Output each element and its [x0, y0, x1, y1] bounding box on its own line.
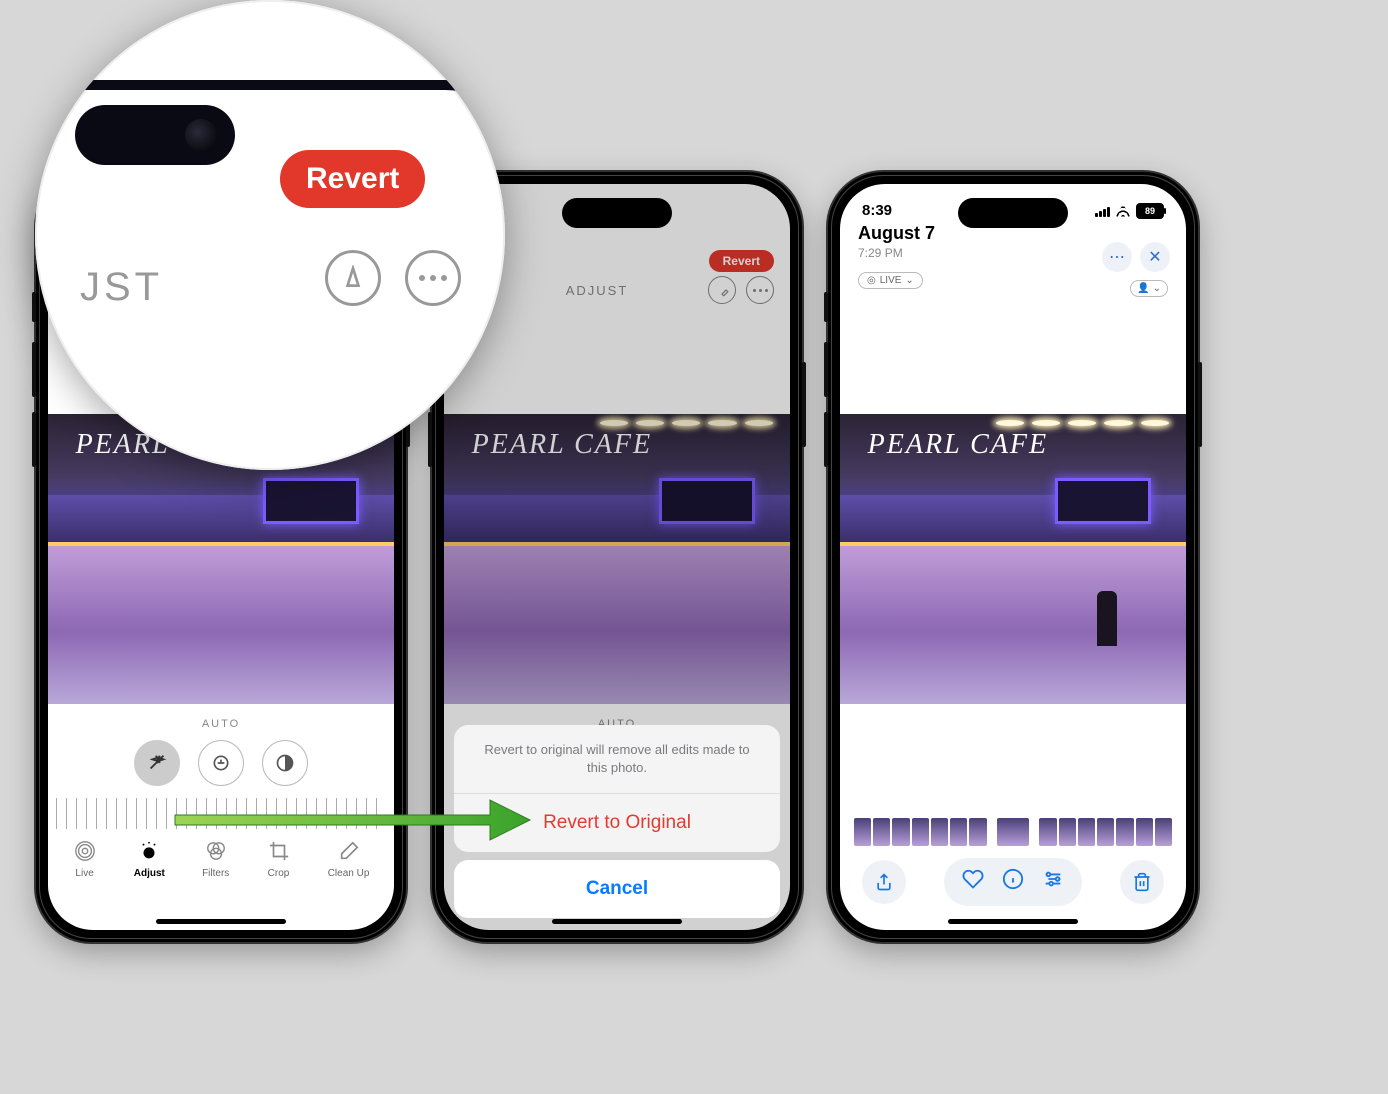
more-menu-button[interactable]: ⋯ [1102, 242, 1132, 272]
dynamic-island-zoom [75, 105, 235, 165]
share-button[interactable] [862, 860, 906, 904]
revert-button-zoom[interactable]: Revert [280, 150, 425, 208]
exposure-button[interactable] [198, 740, 244, 786]
close-button[interactable]: ✕ [1140, 242, 1170, 272]
live-icon [73, 839, 97, 863]
person-silhouette [1097, 591, 1117, 646]
thumbnail-strip[interactable] [840, 808, 1186, 858]
section-label-zoom: JST [80, 265, 163, 310]
wifi-icon [1115, 205, 1131, 217]
info-button[interactable] [1002, 868, 1024, 896]
more-icon-zoom[interactable] [405, 250, 461, 306]
auto-label: AUTO [48, 704, 394, 740]
adjust-icon [137, 839, 161, 863]
dynamic-island [958, 198, 1068, 228]
home-indicator[interactable] [156, 919, 286, 924]
live-badge[interactable]: ◎ LIVE ⌄ [858, 272, 923, 289]
tab-adjust[interactable]: Adjust [134, 839, 165, 879]
cellular-icon [1095, 205, 1110, 217]
instruction-arrow [170, 790, 540, 855]
sheet-cancel-button[interactable]: Cancel [454, 860, 780, 918]
favorite-button[interactable] [962, 868, 984, 896]
tab-label: Filters [202, 868, 229, 879]
home-indicator[interactable] [552, 919, 682, 924]
tab-label: Clean Up [328, 868, 370, 879]
zoom-callout: Revert JST [35, 0, 505, 470]
markup-icon-zoom[interactable] [325, 250, 381, 306]
people-badge[interactable]: 👤 ⌄ [1130, 280, 1168, 297]
phone-frame-3: 8:39 89 August 7 7:29 PM ⋯ ✕ ◎ LIVE ⌄ 👤 … [828, 172, 1198, 942]
tab-label: Crop [268, 868, 290, 879]
battery-icon: 89 [1136, 203, 1164, 219]
tab-label: Adjust [134, 868, 165, 879]
status-time: 8:39 [862, 202, 892, 219]
photo-view[interactable]: PEARL CAFE [840, 414, 1186, 704]
home-indicator[interactable] [948, 919, 1078, 924]
screen-3: 8:39 89 August 7 7:29 PM ⋯ ✕ ◎ LIVE ⌄ 👤 … [840, 184, 1186, 930]
tab-live[interactable]: Live [73, 839, 97, 879]
sheet-message: Revert to original will remove all edits… [454, 725, 780, 794]
brilliance-button[interactable] [262, 740, 308, 786]
photo-sign-text: PEARL CAFE [868, 429, 1048, 461]
delete-button[interactable] [1120, 860, 1164, 904]
tab-label: Live [75, 868, 93, 879]
auto-enhance-button[interactable] [134, 740, 180, 786]
edit-button[interactable] [1042, 868, 1064, 896]
